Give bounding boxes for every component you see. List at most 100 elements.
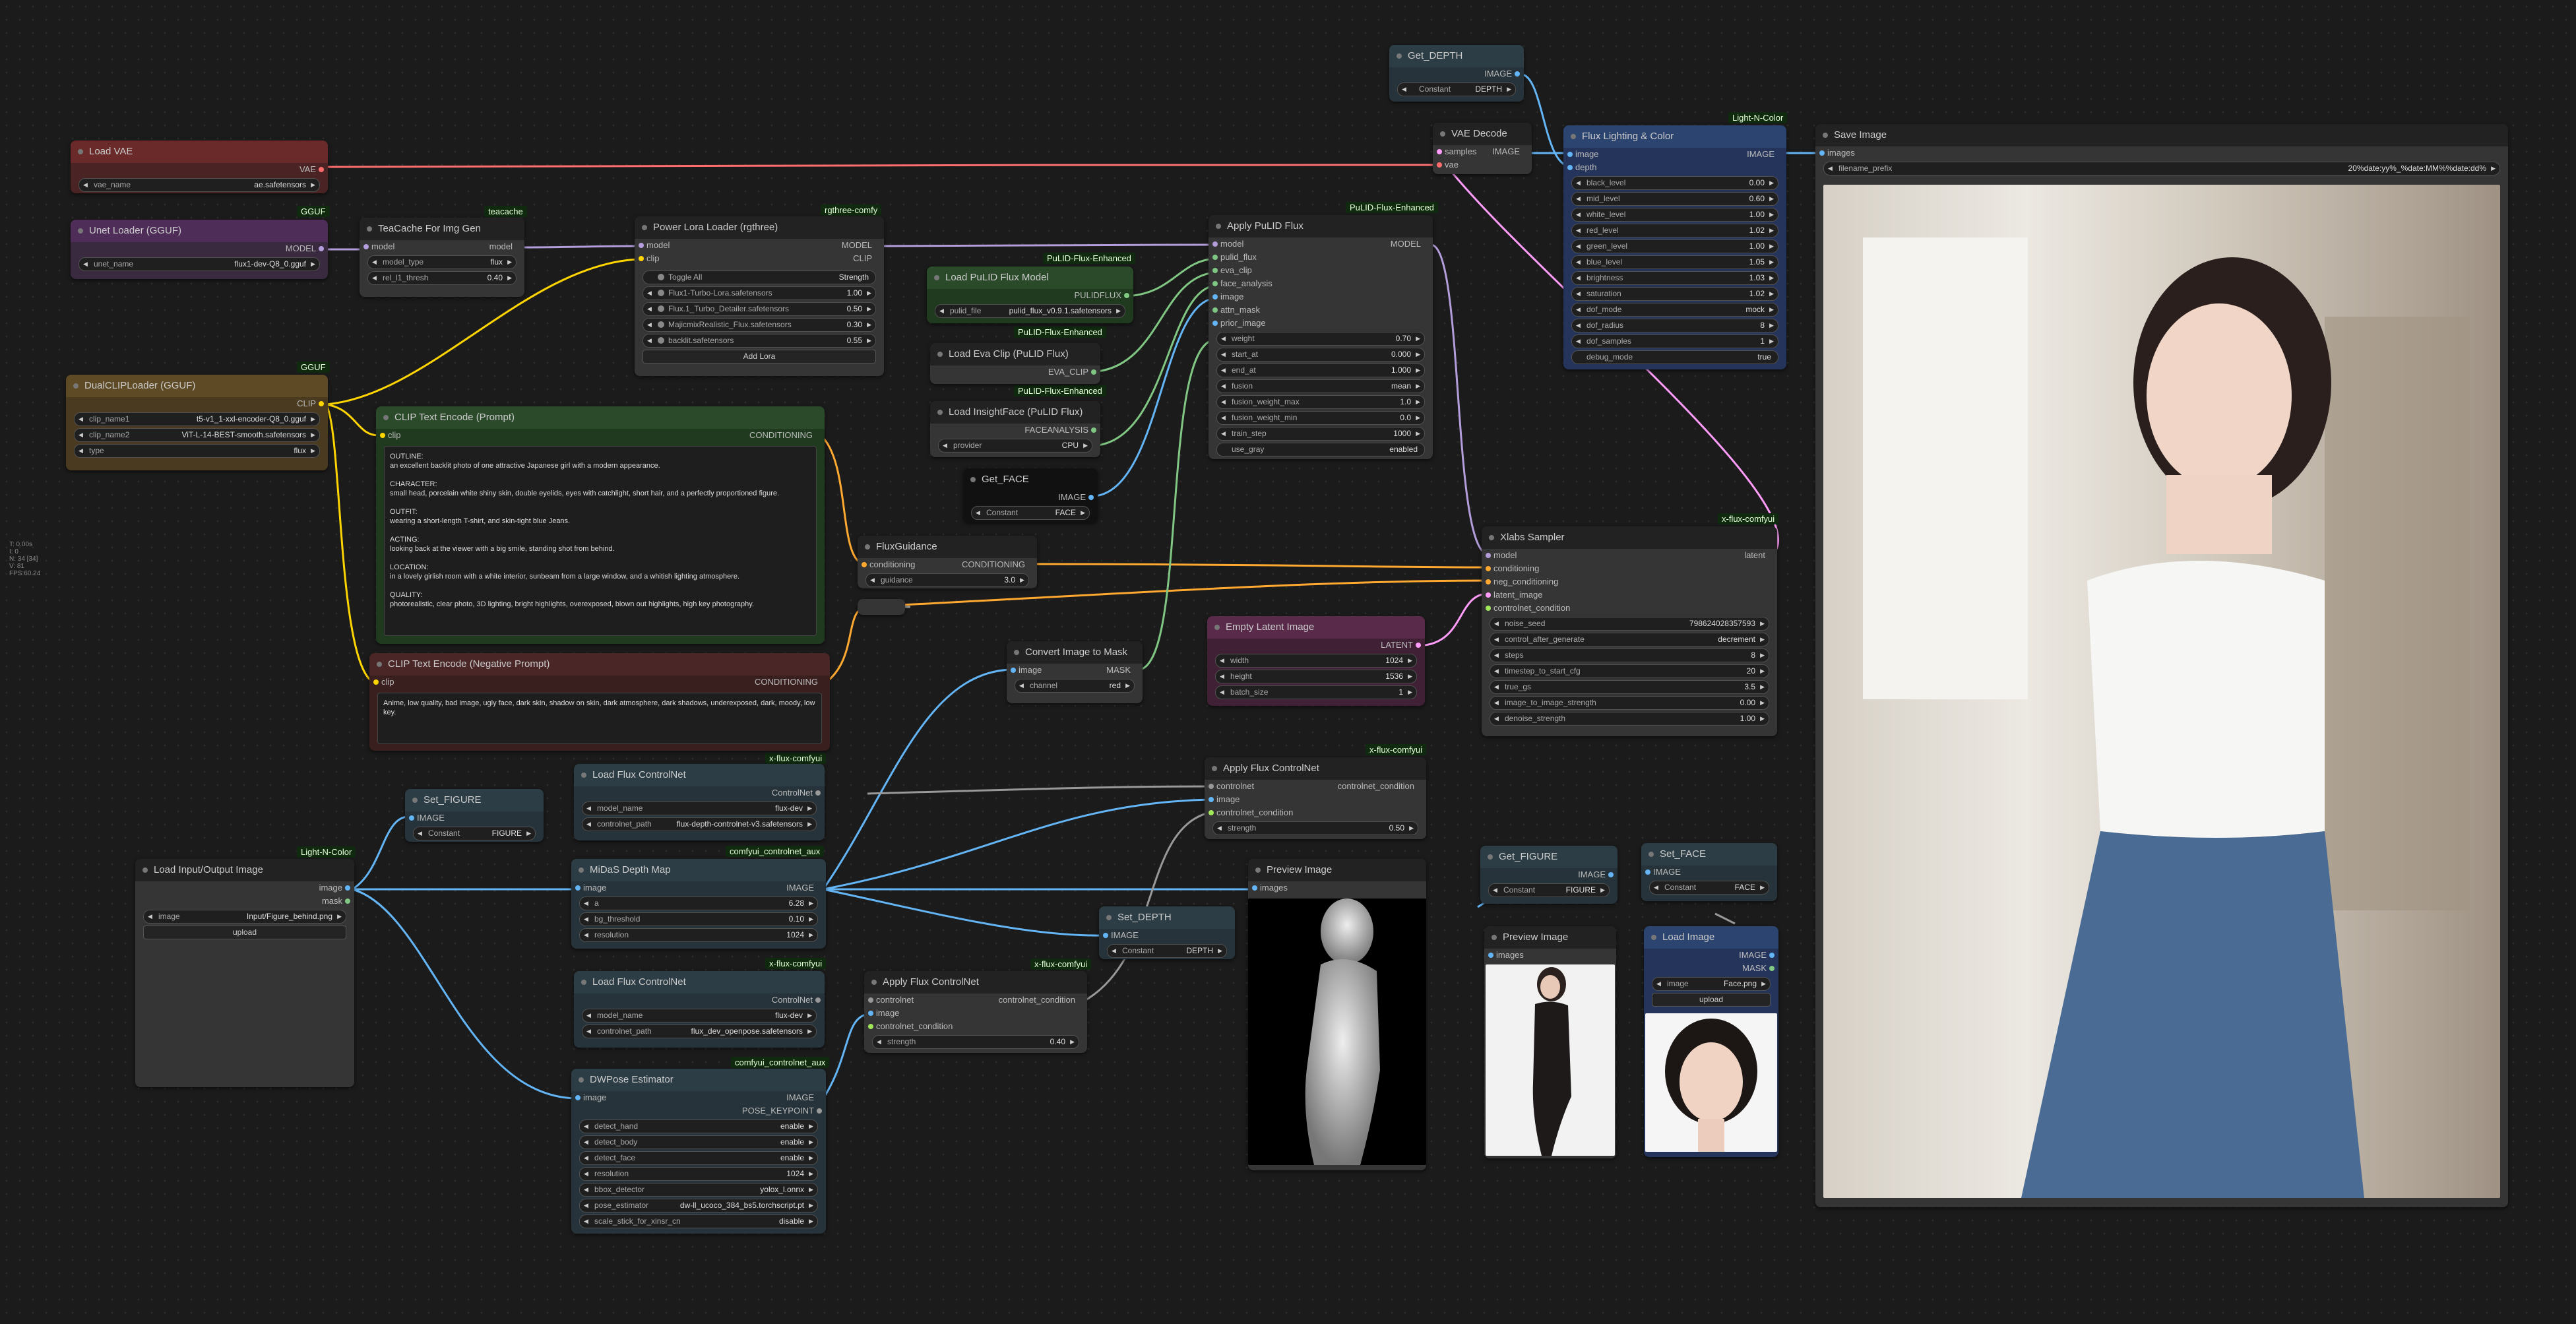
node-title[interactable]: Set_FACE	[1641, 843, 1777, 866]
reroute-node[interactable]	[858, 599, 905, 615]
node-title[interactable]: Preview Image	[1248, 859, 1426, 881]
input-images[interactable]: images	[1248, 881, 1426, 895]
controlnet-path-widget[interactable]: controlnet_pathflux-depth-controlnet-v3.…	[582, 817, 817, 831]
output-model[interactable]: MODEL	[71, 242, 328, 255]
node-title[interactable]: Apply PuLID Flux	[1209, 215, 1433, 237]
filename-prefix-widget[interactable]: filename_prefix20%date:yy%_%date:MM%%dat…	[1823, 162, 2500, 175]
node-title[interactable]: Get_DEPTH	[1389, 45, 1524, 67]
node-load-insightface[interactable]: Load InsightFace (PuLID Flux) FACEANALYS…	[930, 401, 1100, 457]
node-preview-image-figure[interactable]: Preview Image images	[1484, 926, 1616, 1158]
input-image[interactable]: image IMAGE	[571, 1091, 826, 1104]
input-controlnet[interactable]: controlnet controlnet_condition	[1205, 780, 1426, 793]
add-lora-button[interactable]: Add Lora	[643, 350, 876, 363]
node-apply-pulid-flux[interactable]: Apply PuLID Flux model MODEL pulid_flux e…	[1209, 215, 1433, 459]
input-image[interactable]: IMAGE	[1099, 929, 1235, 942]
node-midas-depth-map[interactable]: MiDaS Depth Map imageIMAGE a6.28 bg_thre…	[571, 859, 826, 949]
node-title[interactable]: Load Eva Clip (PuLID Flux)	[930, 343, 1100, 365]
node-title[interactable]: Convert Image to Mask	[1007, 641, 1143, 664]
node-set-figure[interactable]: Set_FIGURE IMAGE ConstantFIGURE	[405, 789, 544, 842]
node-save-image[interactable]: Save Image images filename_prefix20%date…	[1815, 124, 2508, 1207]
node-title[interactable]: Load PuLID Flux Model	[927, 267, 1133, 289]
input-attn-mask[interactable]: attn_mask	[1209, 303, 1433, 317]
input-image[interactable]: image	[864, 1007, 1087, 1020]
input-images[interactable]: images	[1815, 146, 2508, 160]
provider-widget[interactable]: providerCPU	[938, 439, 1092, 453]
node-load-flux-controlnet-depth[interactable]: Load Flux ControlNet ControlNet model_na…	[574, 764, 825, 840]
input-clip[interactable]: clip CONDITIONING	[369, 676, 830, 689]
dof-mode-widget[interactable]: dof_modemock	[1571, 303, 1778, 317]
height-widget[interactable]: height1536	[1215, 670, 1417, 683]
input-image[interactable]: image MASK	[1007, 664, 1143, 677]
output-image[interactable]: image	[135, 881, 354, 895]
model-name-widget[interactable]: model_nameflux-dev	[582, 1009, 817, 1023]
constant-widget[interactable]: ConstantFACE	[971, 506, 1090, 520]
lora-row[interactable]: backlit.safetensors0.55	[643, 334, 876, 348]
output-controlnet[interactable]: ControlNet	[574, 993, 825, 1007]
saturation-widget[interactable]: saturation1.02	[1571, 287, 1778, 301]
brightness-widget[interactable]: brightness1.03	[1571, 271, 1778, 285]
output-clip[interactable]: CLIP	[66, 397, 328, 410]
node-title[interactable]: Load VAE	[71, 141, 328, 163]
output-vae[interactable]: VAE	[71, 163, 328, 176]
input-image[interactable]: IMAGE	[1641, 866, 1777, 879]
clip-name1-widget[interactable]: clip_name1t5-v1_1-xxl-encoder-Q8_0.gguf	[74, 412, 320, 426]
node-title[interactable]: VAE Decode	[1433, 123, 1532, 145]
debug-mode-toggle[interactable]: debug_mode true	[1571, 350, 1778, 364]
timestep-to-start-cfg-widget[interactable]: timestep_to_start_cfg20	[1490, 664, 1769, 678]
node-clip-text-encode-positive[interactable]: CLIP Text Encode (Prompt) clip CONDITIONI…	[376, 406, 825, 644]
prompt-textarea[interactable]: OUTLINE: an excellent backlit photo of o…	[384, 446, 817, 636]
node-title[interactable]: DualCLIPLoader (GGUF)	[66, 375, 328, 397]
detect-face-widget[interactable]: detect_faceenable	[579, 1151, 818, 1165]
width-widget[interactable]: width1024	[1215, 654, 1417, 668]
lora-row[interactable]: MajicmixRealistic_Flux.safetensors0.30	[643, 318, 876, 332]
node-unet-loader[interactable]: Unet Loader (GGUF) MODEL unet_nameflux1-…	[71, 220, 328, 279]
node-title[interactable]: Load Flux ControlNet	[574, 971, 825, 993]
dof-radius-widget[interactable]: dof_radius8	[1571, 319, 1778, 332]
input-model[interactable]: model MODEL	[1209, 237, 1433, 251]
strength-widget[interactable]: strength0.50	[1212, 821, 1418, 835]
constant-widget[interactable]: ConstantFIGURE	[413, 827, 536, 840]
use-gray-toggle[interactable]: use_gray enabled	[1216, 443, 1425, 457]
vae-name-widget[interactable]: vae_nameae.safetensors	[79, 178, 320, 192]
image-to-image-strength-widget[interactable]: image_to_image_strength0.00	[1490, 696, 1769, 710]
fusion-weight-max-widget[interactable]: fusion_weight_max1.0	[1216, 395, 1425, 409]
red-level-widget[interactable]: red_level1.02	[1571, 224, 1778, 237]
node-title[interactable]: Load Input/Output Image	[135, 859, 354, 881]
node-title[interactable]: Set_FIGURE	[405, 789, 544, 811]
input-controlnet-condition[interactable]: controlnet_condition	[1205, 806, 1426, 819]
constant-widget[interactable]: ConstantFACE	[1649, 881, 1769, 895]
resolution-widget[interactable]: resolution1024	[579, 1167, 818, 1181]
input-model[interactable]: model latent	[1482, 549, 1777, 562]
node-vae-decode[interactable]: VAE Decode samples IMAGE vae	[1433, 123, 1532, 174]
input-latent-image[interactable]: latent_image	[1482, 588, 1777, 602]
detect-hand-widget[interactable]: detect_handenable	[579, 1119, 818, 1133]
output-image[interactable]: IMAGE	[1480, 868, 1618, 881]
a-widget[interactable]: a6.28	[579, 897, 818, 910]
input-model[interactable]: model model	[360, 240, 524, 253]
green-level-widget[interactable]: green_level1.00	[1571, 239, 1778, 253]
input-model[interactable]: model MODEL	[635, 239, 884, 252]
output-controlnet[interactable]: ControlNet	[574, 786, 825, 800]
input-conditioning[interactable]: conditioning	[1482, 562, 1777, 575]
node-xlabs-sampler[interactable]: Xlabs Sampler model latent conditioning n…	[1482, 526, 1777, 736]
lora-toggle-all[interactable]: Toggle All Strength	[643, 270, 876, 284]
node-title[interactable]: Set_DEPTH	[1099, 906, 1235, 929]
constant-widget[interactable]: ConstantFIGURE	[1488, 883, 1610, 897]
bbox-detector-widget[interactable]: bbox_detectoryolox_l.onnx	[579, 1183, 818, 1197]
node-title[interactable]: CLIP Text Encode (Negative Prompt)	[369, 653, 830, 676]
node-get-face[interactable]: Get_FACE IMAGE ConstantFACE	[963, 468, 1098, 522]
input-clip[interactable]: clip CONDITIONING	[376, 429, 825, 442]
input-conditioning[interactable]: conditioning CONDITIONING	[858, 558, 1037, 571]
node-title[interactable]: Save Image	[1815, 124, 2508, 146]
mid-level-widget[interactable]: mid_level0.60	[1571, 192, 1778, 206]
channel-widget[interactable]: channelred	[1015, 679, 1135, 693]
node-title[interactable]: Apply Flux ControlNet	[864, 971, 1087, 993]
input-image[interactable]: IMAGE	[405, 811, 544, 825]
node-title[interactable]: Get_FIGURE	[1480, 846, 1618, 868]
input-vae[interactable]: vae	[1433, 158, 1532, 172]
node-apply-flux-controlnet-depth[interactable]: Apply Flux ControlNet controlnet controln…	[1205, 757, 1426, 839]
black-level-widget[interactable]: black_level0.00	[1571, 176, 1778, 190]
node-title[interactable]: Get_FACE	[963, 468, 1098, 491]
input-image[interactable]: image	[1209, 290, 1433, 303]
negative-prompt-textarea[interactable]: Anime, low quality, bad image, ugly face…	[377, 693, 822, 744]
